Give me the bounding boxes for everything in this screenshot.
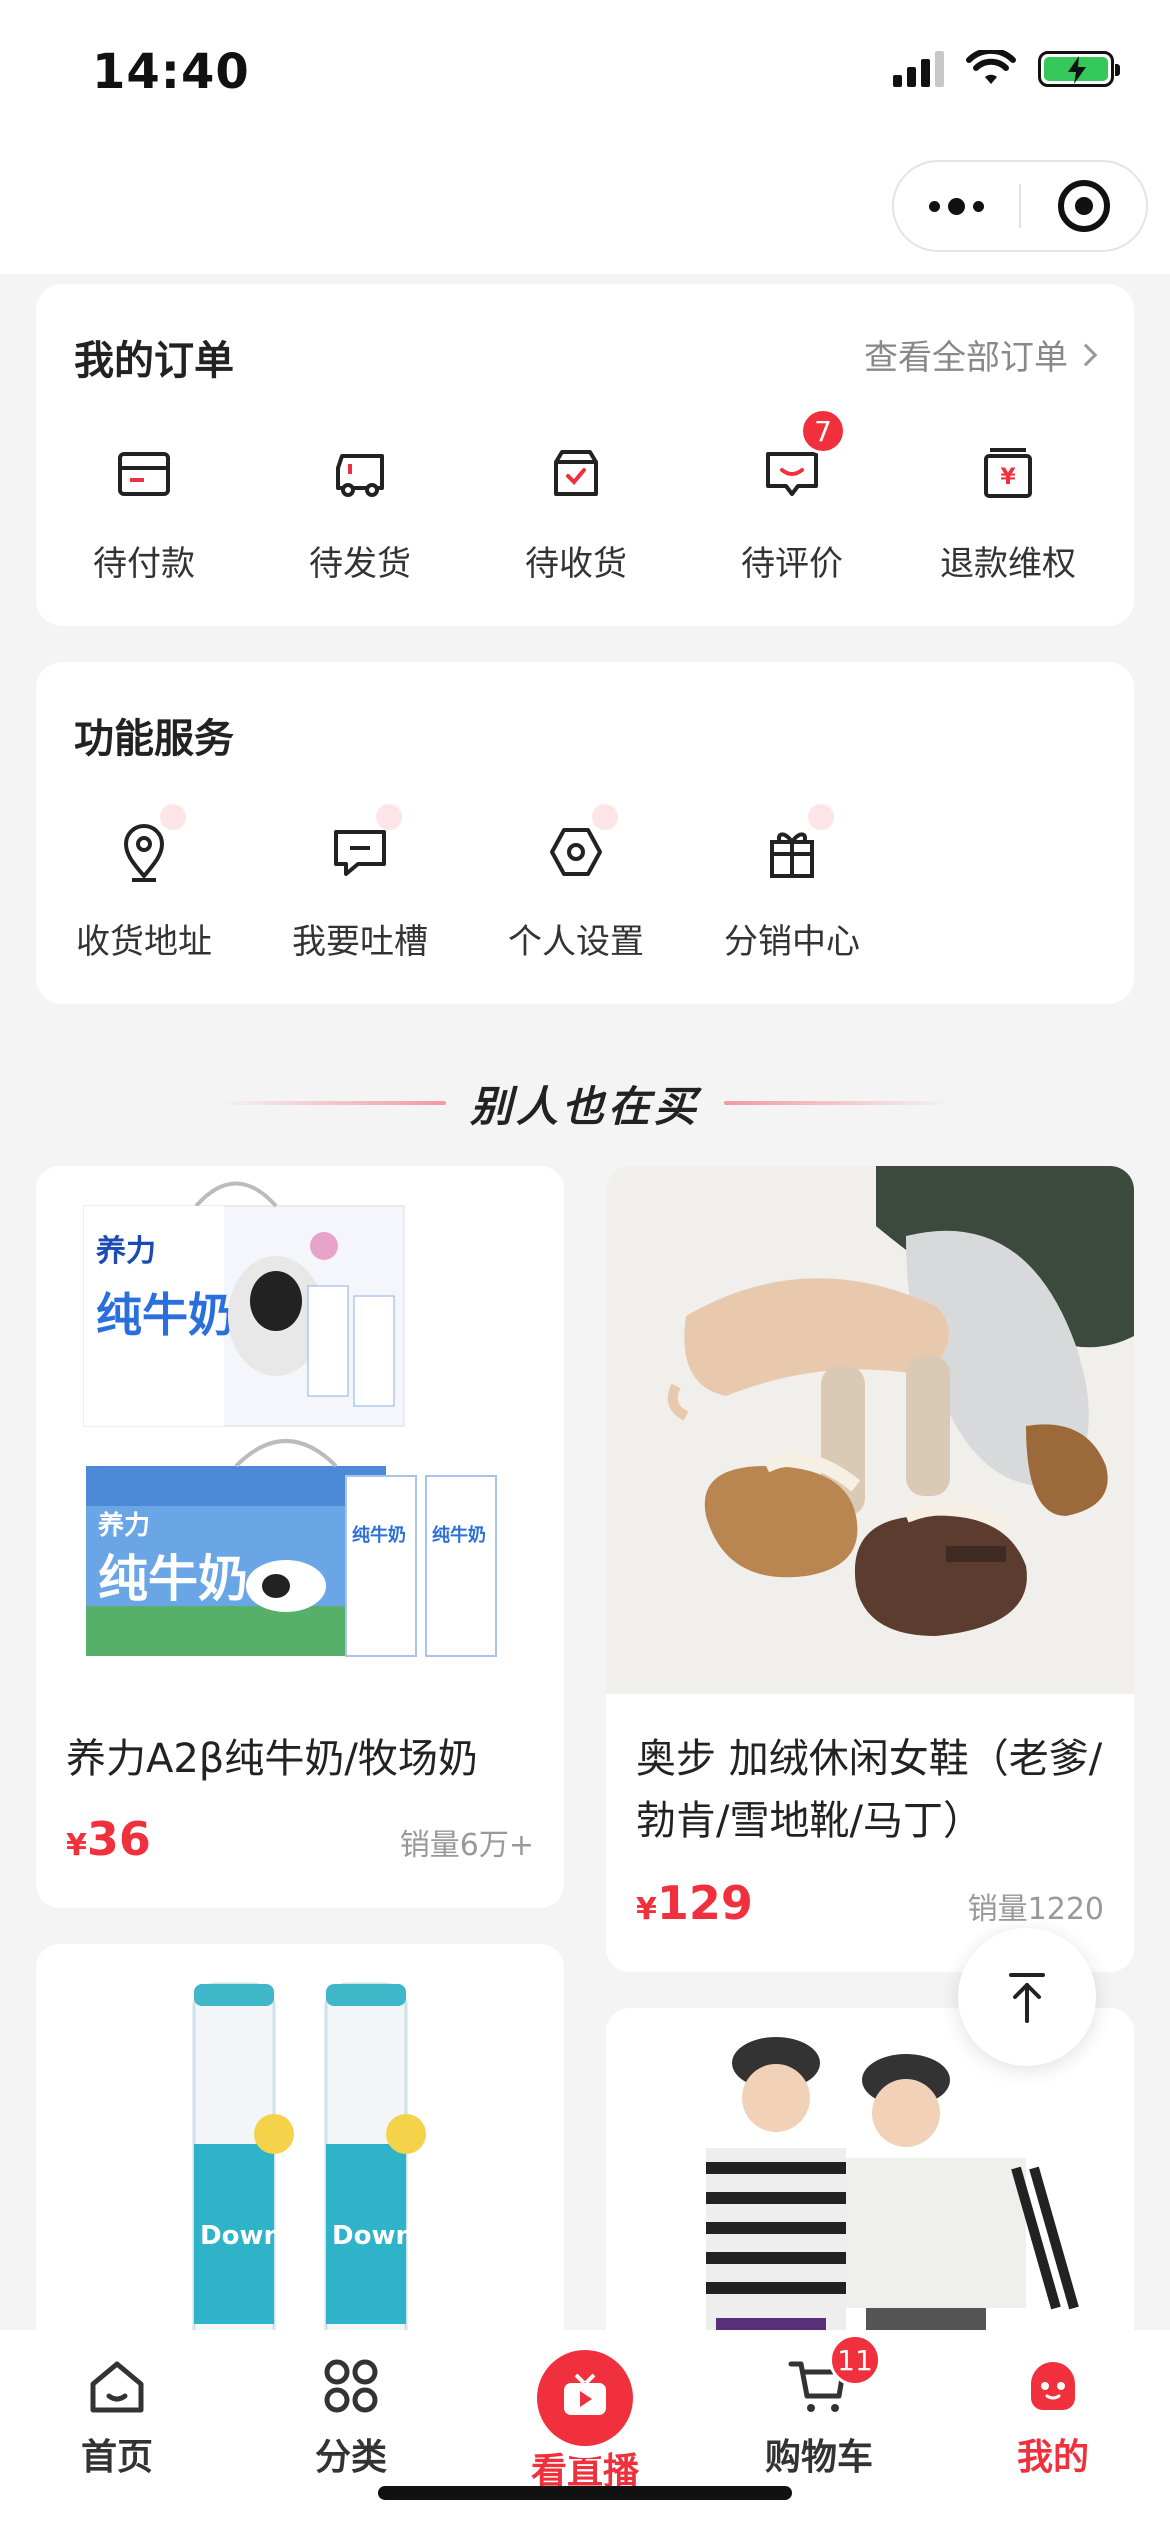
more-menu-button[interactable] [894, 162, 1019, 250]
order-to-ship[interactable]: 待发货 [252, 434, 468, 585]
arrow-up-icon [1009, 1973, 1045, 2023]
divider-line [215, 1101, 446, 1105]
location-pin-icon [104, 804, 186, 892]
svg-text:纯牛奶: 纯牛奶 [432, 1524, 486, 1546]
foam-cleaner-bottles-image: Down Down [36, 1944, 564, 2364]
status-time: 14:40 [92, 44, 250, 100]
service-item-label: 个人设置 [508, 922, 644, 962]
tab-live[interactable]: 看直播 [468, 2338, 702, 2494]
services-title: 功能服务 [74, 716, 234, 762]
product-card[interactable]: Down Down [36, 1944, 564, 2364]
milk-boxes-image: 养力 纯牛奶 养力 纯牛奶 纯牛奶 纯牛奶 [36, 1166, 564, 1694]
product-sales: 销量6万+ [399, 1828, 534, 1863]
live-button [525, 2338, 645, 2458]
gift-icon [752, 804, 834, 892]
product-card[interactable] [606, 2008, 1134, 2364]
close-mini-program-button[interactable] [1021, 162, 1146, 250]
tab-category[interactable]: 分类 [234, 2350, 468, 2480]
refund-yen-icon: ¥ [968, 434, 1048, 514]
order-to-review[interactable]: 7 待评价 [684, 408, 900, 585]
cellular-signal-icon [893, 51, 944, 87]
back-to-top-button[interactable] [958, 1928, 1096, 2066]
tab-label: 分类 [314, 2437, 387, 2478]
order-item-label: 待评价 [741, 544, 843, 584]
status-icons [893, 50, 1120, 88]
tab-mine[interactable]: 我的 [936, 2350, 1170, 2480]
tab-label: 首页 [80, 2437, 153, 2478]
order-item-label: 待付款 [93, 544, 195, 584]
svg-text:纯牛奶: 纯牛奶 [352, 1524, 406, 1546]
svg-text:Down: Down [332, 2221, 414, 2251]
product-price: ¥129 [636, 1876, 753, 1930]
fleece-clogs-image [606, 1166, 1134, 1694]
mini-program-capsule [892, 160, 1148, 252]
wifi-icon [966, 50, 1016, 84]
product-price: ¥36 [66, 1812, 151, 1866]
order-item-label: 退款维权 [940, 544, 1076, 584]
service-distribution[interactable]: 分销中心 [684, 804, 900, 963]
orders-card: 我的订单 查看全部订单 待付款 待发货 待收货 7 待评价 ¥ 退款维权 [36, 284, 1134, 626]
category-grid-icon [315, 2350, 387, 2422]
order-pending-payment[interactable]: 待付款 [36, 434, 252, 585]
service-settings[interactable]: 个人设置 [468, 804, 684, 963]
kids-sweatshirts-image [606, 2008, 1134, 2364]
box-check-icon [536, 434, 616, 514]
live-tv-icon [537, 2350, 633, 2446]
tab-home[interactable]: 首页 [0, 2350, 234, 2480]
svg-text:养力: 养力 [97, 1510, 150, 1541]
service-feedback[interactable]: 我要吐槽 [252, 804, 468, 963]
product-name: 养力A2β纯牛奶/牧场奶 [66, 1736, 478, 1782]
more-dots-icon [929, 197, 984, 215]
svg-text:纯牛奶: 纯牛奶 [96, 1288, 234, 1342]
tab-cart[interactable]: 11 购物车 [702, 2334, 936, 2480]
profile-face-icon [1017, 2350, 1089, 2422]
order-item-label: 待收货 [525, 544, 627, 584]
services-card: 功能服务 收货地址 我要吐槽 个人设置 分销中心 [36, 662, 1134, 1004]
service-item-label: 分销中心 [724, 922, 860, 962]
order-refund[interactable]: ¥ 退款维权 [900, 434, 1116, 585]
comment-icon: 7 [752, 408, 846, 514]
service-address[interactable]: 收货地址 [36, 804, 252, 963]
battery-icon [1038, 51, 1120, 87]
svg-text:纯牛奶: 纯牛奶 [98, 1550, 248, 1608]
svg-text:养力: 养力 [96, 1234, 156, 1269]
tab-label: 我的 [1016, 2437, 1089, 2478]
tab-bar: 首页 分类 看直播 11 购物车 我的 [0, 2330, 1170, 2532]
order-item-label: 待发货 [309, 544, 411, 584]
service-item-label: 我要吐槽 [292, 922, 428, 962]
view-all-orders-link[interactable]: 查看全部订单 [864, 330, 1098, 379]
recommend-title: 别人也在买 [469, 1081, 700, 1131]
settings-hexagon-icon [536, 804, 618, 892]
service-item-label: 收货地址 [76, 922, 212, 962]
orders-title: 我的订单 [74, 338, 234, 384]
home-icon [81, 2350, 153, 2422]
chevron-right-icon [1074, 343, 1098, 366]
svg-text:Down: Down [200, 2221, 282, 2251]
truck-icon [320, 434, 400, 514]
product-name: 奥步 加绒休闲女鞋（老爹/勃肯/雪地靴/马丁） [636, 1736, 1103, 1844]
svg-text:¥: ¥ [1000, 465, 1016, 490]
product-card[interactable]: 奥步 加绒休闲女鞋（老爹/勃肯/雪地靴/马丁） ¥129 销量1220 [606, 1166, 1134, 1972]
product-card[interactable]: 养力 纯牛奶 养力 纯牛奶 纯牛奶 纯牛奶 养力A2β纯牛奶/牧场奶 ¥36 销… [36, 1166, 564, 1908]
view-all-orders-label: 查看全部订单 [864, 338, 1068, 378]
nav-bar [0, 150, 1170, 274]
cart-count-badge: 11 [829, 2334, 881, 2386]
review-count-badge: 7 [800, 408, 846, 454]
divider-line [724, 1101, 954, 1105]
product-sales: 销量1220 [967, 1892, 1104, 1927]
wallet-card-icon [104, 434, 184, 514]
cart-icon: 11 [783, 2334, 881, 2422]
status-bar: 14:40 [0, 0, 1170, 150]
tab-label: 购物车 [764, 2437, 873, 2478]
feedback-bubble-icon [320, 804, 402, 892]
target-close-icon [1057, 180, 1110, 232]
home-indicator [378, 2486, 792, 2500]
order-to-receive[interactable]: 待收货 [468, 434, 684, 585]
recommend-section-header: 别人也在买 [0, 1068, 1170, 1138]
